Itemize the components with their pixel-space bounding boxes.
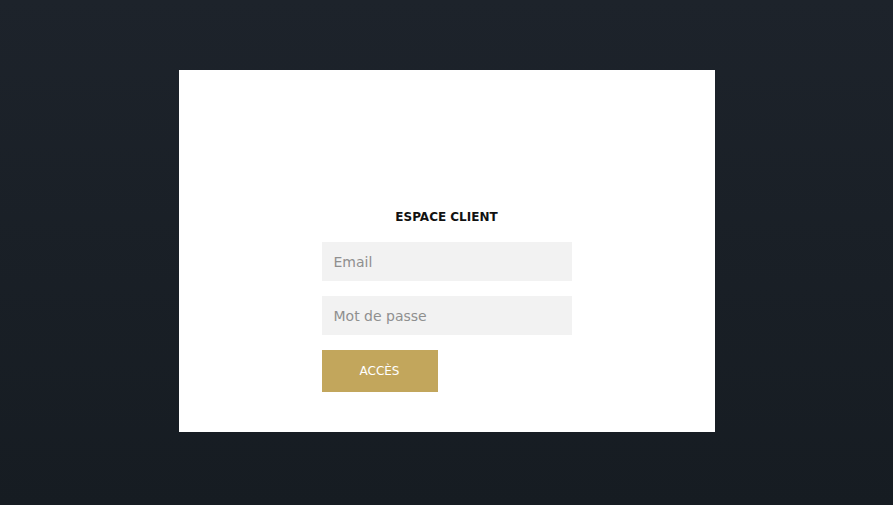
background-page: ESPACE CLIENT ACCÈS <box>0 0 893 505</box>
email-field[interactable] <box>322 242 572 281</box>
login-title: ESPACE CLIENT <box>322 209 572 225</box>
login-form: ESPACE CLIENT ACCÈS <box>322 209 572 392</box>
submit-button[interactable]: ACCÈS <box>322 350 438 392</box>
login-card: ESPACE CLIENT ACCÈS <box>179 70 715 432</box>
password-field[interactable] <box>322 296 572 335</box>
